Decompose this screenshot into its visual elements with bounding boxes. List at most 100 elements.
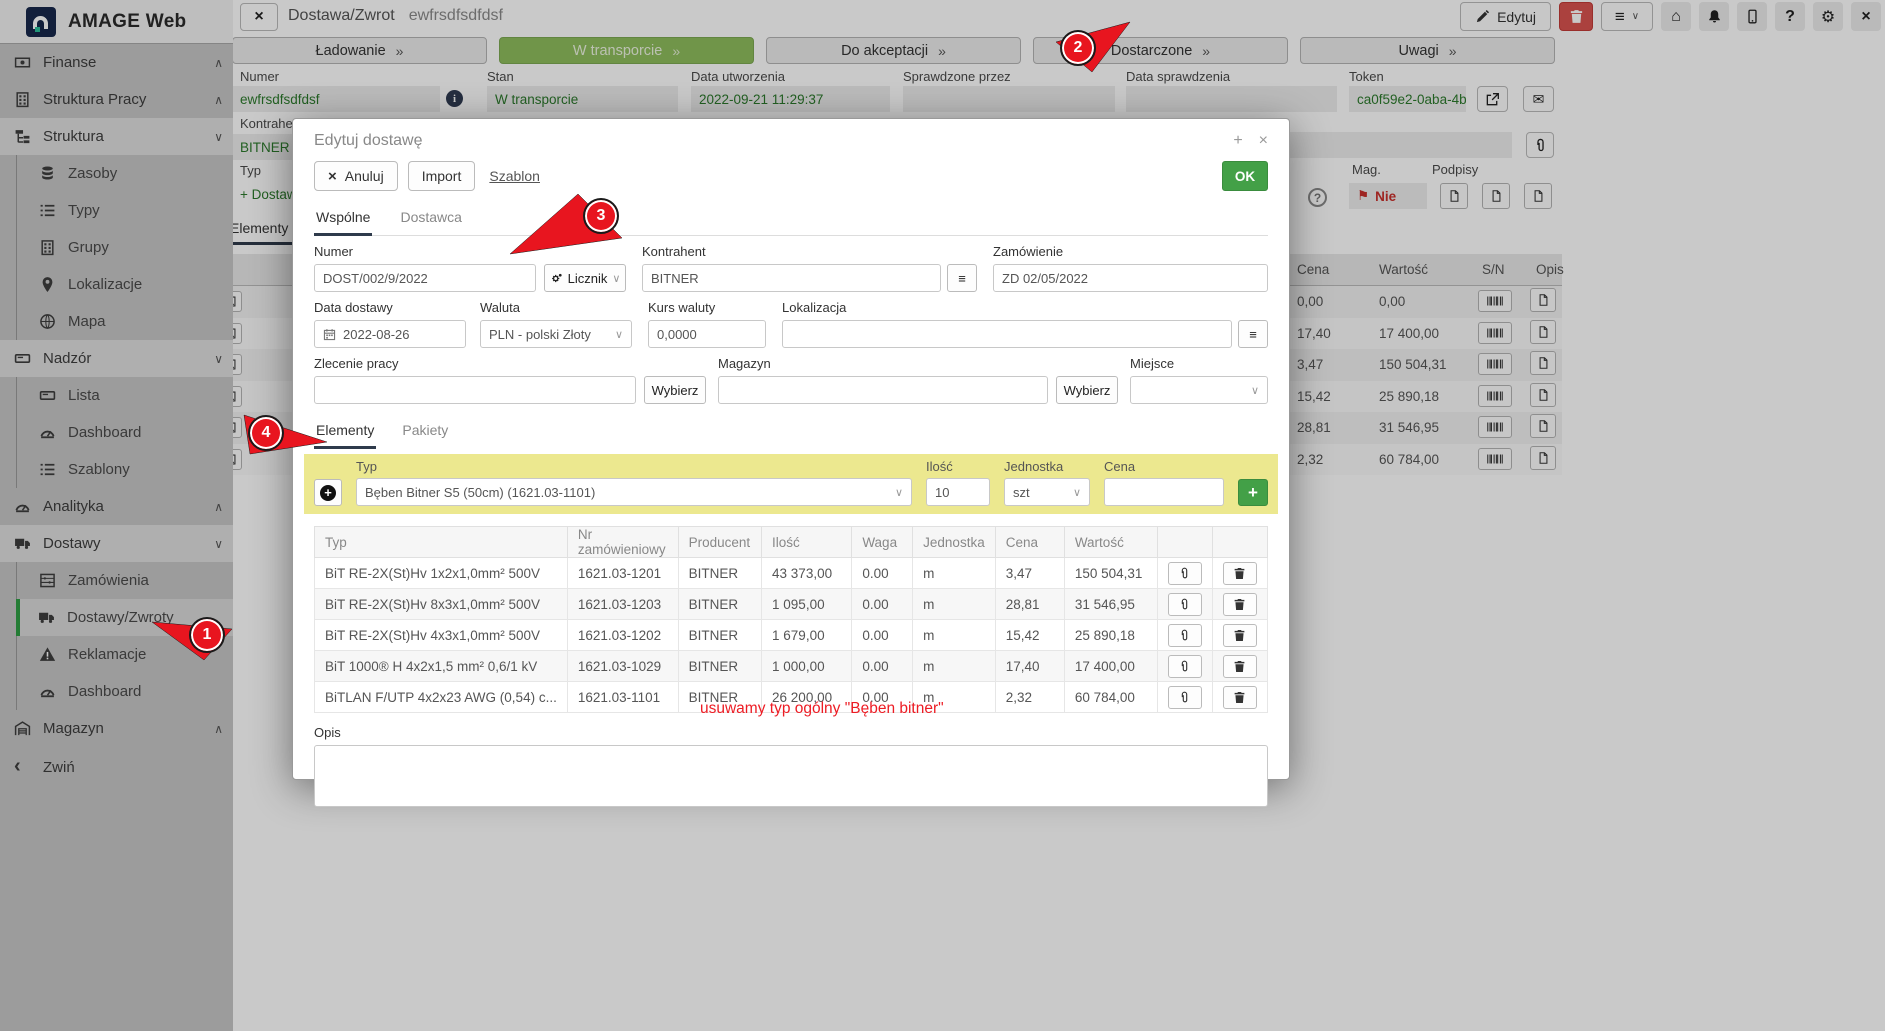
- row-actions: [1212, 589, 1267, 620]
- trash-icon: [1233, 598, 1246, 611]
- kurs-waluty-input[interactable]: 0,0000: [648, 320, 766, 348]
- szablon-link[interactable]: Szablon: [489, 168, 540, 184]
- lokalizacja-field-label: Lokalizacja: [782, 300, 1232, 315]
- table-cell: BiT RE-2X(St)Hv 4x3x1,0mm² 500V: [315, 620, 568, 651]
- dialog-title: Edytuj dostawę: [314, 132, 1233, 150]
- table-cell: BiT RE-2X(St)Hv 1x2x1,0mm² 500V: [315, 558, 568, 589]
- table-cell: m: [913, 558, 996, 589]
- miejsce-field-label: Miejsce: [1130, 356, 1268, 371]
- add-typ-select[interactable]: Bęben Bitner S5 (50cm) (1621.03-1101) ∨: [356, 478, 912, 506]
- attach-row-button[interactable]: [1168, 562, 1202, 585]
- add-cena-input[interactable]: [1104, 478, 1224, 506]
- kontrahent-select-button[interactable]: ≡: [947, 264, 977, 292]
- numer-input[interactable]: DOST/002/9/2022: [314, 264, 536, 292]
- table-cell: 0.00: [852, 589, 913, 620]
- row-actions: [1157, 651, 1212, 682]
- table-cell: BiTLAN F/UTP 4x2x23 AWG (0,54) c...: [315, 682, 568, 713]
- chevron-down-icon: ∨: [1073, 486, 1081, 499]
- lokalizacja-select-button[interactable]: ≡: [1238, 320, 1268, 348]
- data-dostawy-input[interactable]: 2022-08-26: [314, 320, 466, 348]
- magazyn-field-label: Magazyn: [718, 356, 1048, 371]
- row-actions: [1212, 558, 1267, 589]
- annotation-step-4: 4: [248, 415, 284, 451]
- zamowienie-input[interactable]: ZD 02/05/2022: [993, 264, 1268, 292]
- table-cell: 1 095,00: [762, 589, 852, 620]
- table-cell: m: [913, 651, 996, 682]
- waluta-select[interactable]: PLN - polski Złoty ∨: [480, 320, 632, 348]
- paperclip-icon: [1178, 691, 1191, 704]
- zlecenie-pracy-input[interactable]: [314, 376, 636, 404]
- close-dialog-icon[interactable]: ×: [1259, 132, 1268, 150]
- tab-elementy[interactable]: Elementy: [314, 418, 376, 449]
- add-element-button[interactable]: +: [1238, 479, 1268, 506]
- edit-delivery-dialog: Edytuj dostawę + × ×Anuluj Import Szablo…: [292, 118, 1290, 780]
- table-cell: m: [913, 620, 996, 651]
- table-cell: 1 000,00: [762, 651, 852, 682]
- zamowienie-field-label: Zamówienie: [993, 244, 1268, 259]
- delete-row-button[interactable]: [1223, 562, 1257, 585]
- licznik-dropdown[interactable]: Licznik ∨: [544, 264, 626, 292]
- magazyn-wybierz-button[interactable]: Wybierz: [1056, 376, 1118, 404]
- chevron-down-icon: ∨: [615, 328, 623, 341]
- delete-row-button[interactable]: [1223, 593, 1257, 616]
- data-dostawy-field-label: Data dostawy: [314, 300, 466, 315]
- attach-row-button[interactable]: [1168, 655, 1202, 678]
- calendar-icon: [323, 328, 336, 341]
- row-actions: [1157, 558, 1212, 589]
- annotation-note: usuwamy typ ogólny "Bęben bitner": [700, 700, 944, 718]
- table-cell: 17,40: [995, 651, 1064, 682]
- table-cell: 1621.03-1101: [567, 682, 678, 713]
- items-tabs: Elementy Pakiety: [314, 418, 1268, 448]
- expand-add-button[interactable]: +: [314, 479, 342, 506]
- table-cell: BITNER: [678, 620, 761, 651]
- magazyn-input[interactable]: [718, 376, 1048, 404]
- elements-table: Typ Nr zamówieniowy Producent Ilość Waga…: [314, 526, 1268, 713]
- add-ilosc-label: Ilość: [926, 459, 990, 474]
- delete-row-button[interactable]: [1223, 624, 1257, 647]
- add-ilosc-input[interactable]: 10: [926, 478, 990, 506]
- trash-icon: [1233, 629, 1246, 642]
- tab-dostawca[interactable]: Dostawca: [398, 205, 463, 235]
- row-actions: [1157, 620, 1212, 651]
- kurs-waluty-field-label: Kurs waluty: [648, 300, 766, 315]
- table-row: BiT RE-2X(St)Hv 1x2x1,0mm² 500V1621.03-1…: [315, 558, 1268, 589]
- table-cell: BITNER: [678, 558, 761, 589]
- trash-icon: [1233, 691, 1246, 704]
- ok-button[interactable]: OK: [1222, 161, 1268, 191]
- table-cell: BITNER: [678, 651, 761, 682]
- tab-wspolne[interactable]: Wspólne: [314, 205, 372, 236]
- table-cell: 0.00: [852, 651, 913, 682]
- delete-row-button[interactable]: [1223, 686, 1257, 709]
- table-cell: 1621.03-1201: [567, 558, 678, 589]
- annotation-step-2: 2: [1060, 30, 1096, 66]
- import-button[interactable]: Import: [408, 161, 476, 191]
- opis-textarea[interactable]: [314, 745, 1268, 807]
- attach-row-button[interactable]: [1168, 593, 1202, 616]
- attach-row-button[interactable]: [1168, 624, 1202, 647]
- delete-row-button[interactable]: [1223, 655, 1257, 678]
- trash-icon: [1233, 567, 1246, 580]
- zlecenie-wybierz-button[interactable]: Wybierz: [644, 376, 706, 404]
- gears-icon: [550, 272, 563, 285]
- table-cell: 0.00: [852, 558, 913, 589]
- add-typ-label: Typ: [356, 459, 912, 474]
- table-cell: 28,81: [995, 589, 1064, 620]
- waluta-field-label: Waluta: [480, 300, 632, 315]
- cancel-button[interactable]: ×Anuluj: [314, 161, 398, 191]
- maximize-icon[interactable]: +: [1233, 132, 1242, 150]
- trash-icon: [1233, 660, 1246, 673]
- table-cell: 17 400,00: [1064, 651, 1157, 682]
- row-actions: [1157, 589, 1212, 620]
- lokalizacja-input[interactable]: [782, 320, 1232, 348]
- attach-row-button[interactable]: [1168, 686, 1202, 709]
- list-select-icon: ≡: [1249, 327, 1257, 342]
- plus-circle-icon: +: [320, 485, 336, 501]
- table-row: BiT 1000® H 4x2x1,5 mm² 0,6/1 kV1621.03-…: [315, 651, 1268, 682]
- kontrahent-input[interactable]: BITNER: [642, 264, 941, 292]
- chevron-down-icon: ∨: [895, 486, 903, 499]
- miejsce-select[interactable]: ∨: [1130, 376, 1268, 404]
- tab-pakiety[interactable]: Pakiety: [400, 418, 450, 448]
- close-icon: ×: [328, 168, 337, 185]
- add-jednostka-select[interactable]: szt ∨: [1004, 478, 1090, 506]
- row-actions: [1212, 651, 1267, 682]
